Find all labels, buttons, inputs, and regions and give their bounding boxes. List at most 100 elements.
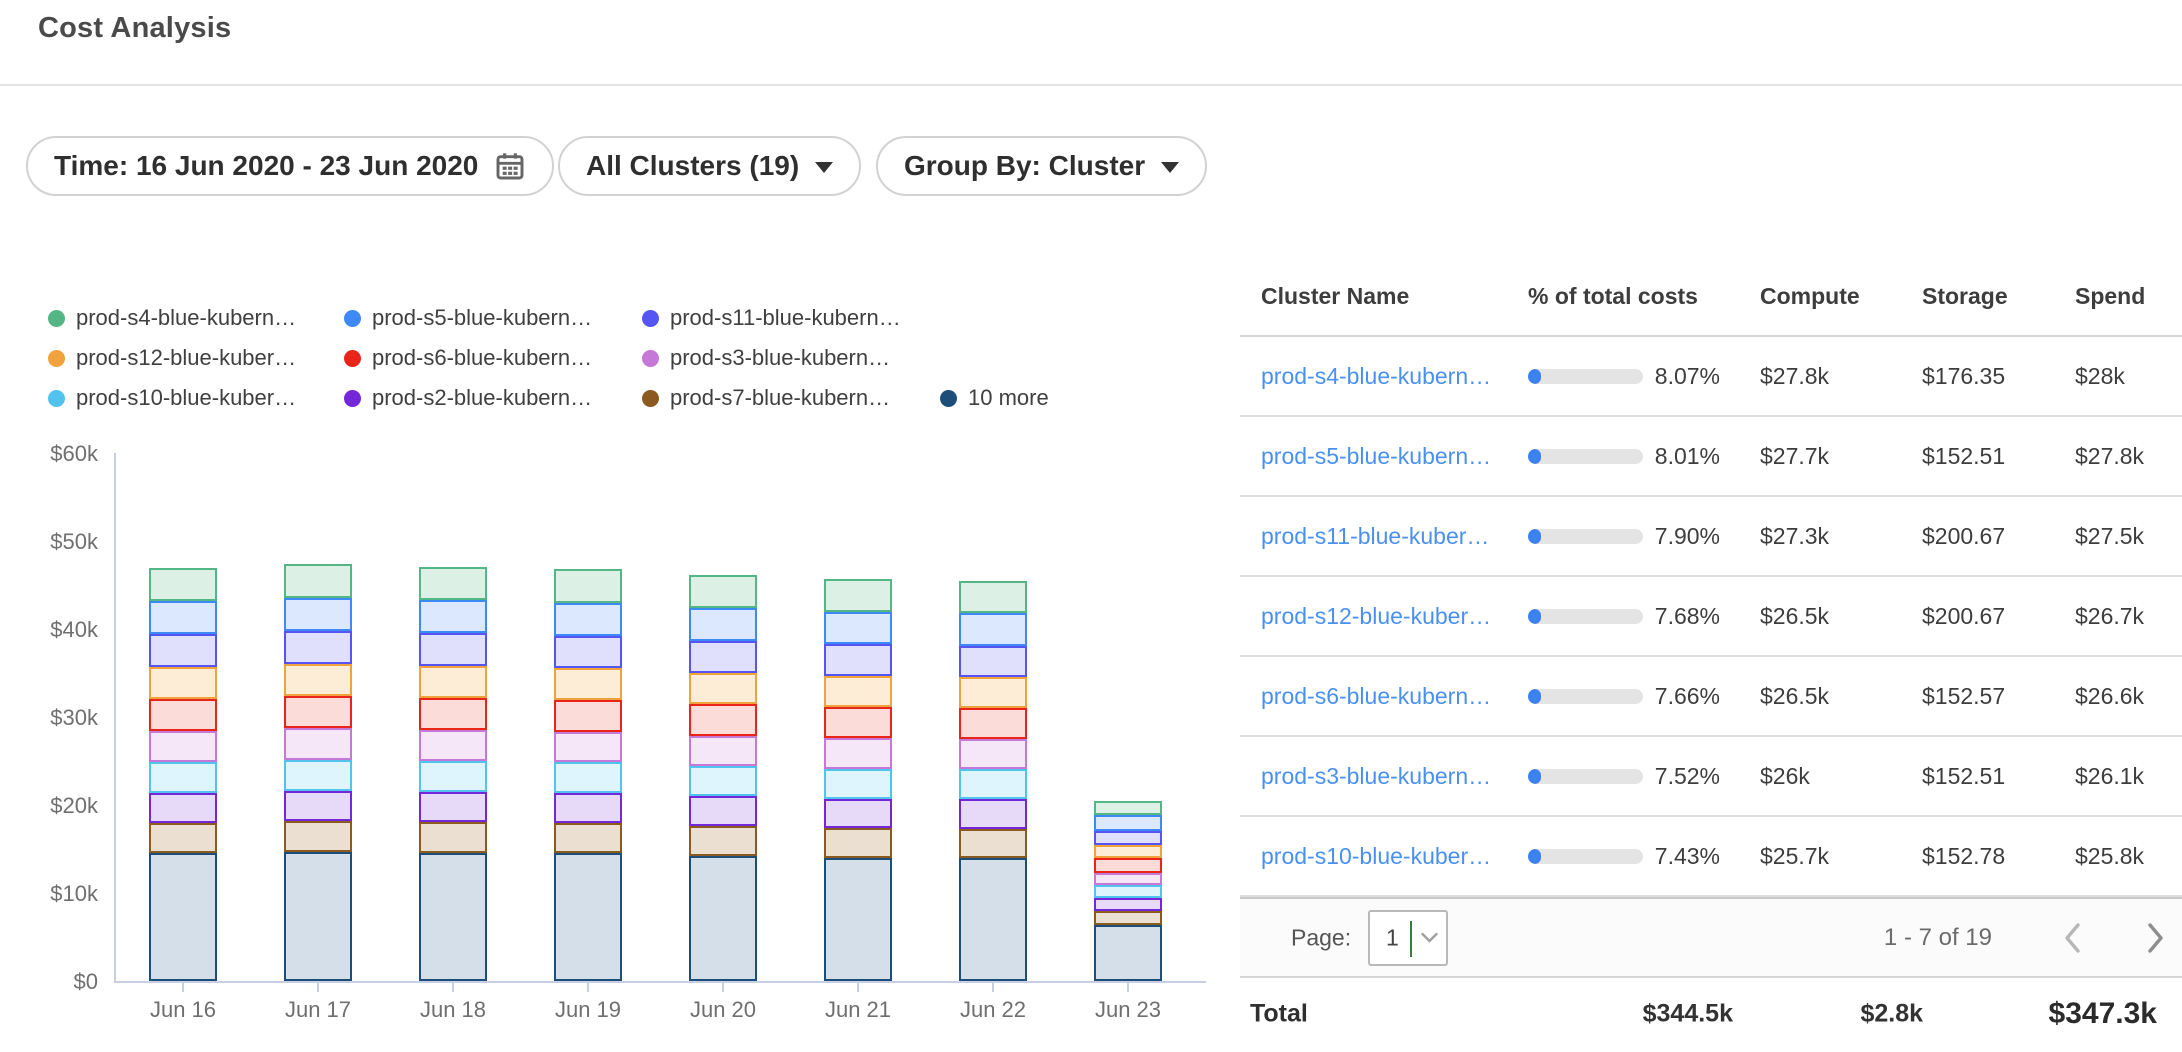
bar-segment — [149, 793, 217, 823]
legend-item[interactable]: prod-s11-blue-kubern… — [642, 305, 901, 331]
pct-progress-cell — [1528, 769, 1643, 784]
legend-dot — [642, 350, 659, 367]
cluster-name-link[interactable]: prod-s5-blue-kubern… — [1240, 443, 1528, 470]
x-axis-tick-label: Jun 18 — [398, 997, 508, 1023]
bar-segment — [419, 567, 487, 601]
cluster-name-link[interactable]: prod-s10-blue-kuber… — [1240, 843, 1528, 870]
bar-segment — [419, 633, 487, 666]
x-axis-tick-label: Jun 21 — [803, 997, 913, 1023]
bar-segment — [1094, 845, 1162, 857]
pct-progress-fill — [1528, 609, 1541, 624]
storage-value: $152.51 — [1882, 763, 2035, 790]
legend-item[interactable]: prod-s6-blue-kubern… — [344, 345, 592, 371]
x-axis-tick-label: Jun 16 — [128, 997, 238, 1023]
legend-label: prod-s2-blue-kubern… — [372, 385, 592, 411]
chevron-down-icon — [1421, 933, 1438, 944]
x-axis-tick — [857, 983, 859, 992]
pct-progress-bar — [1528, 369, 1643, 384]
legend-label: prod-s4-blue-kubern… — [76, 305, 296, 331]
legend-item[interactable]: prod-s10-blue-kuber… — [48, 385, 296, 411]
bar-segment — [284, 728, 352, 759]
bar-segment — [284, 631, 352, 664]
legend-item[interactable]: prod-s5-blue-kubern… — [344, 305, 592, 331]
bar-segment — [1094, 885, 1162, 898]
clusters-filter-label: All Clusters (19) — [586, 150, 799, 182]
bar-segment — [959, 739, 1027, 769]
table-row: prod-s6-blue-kubern…7.66%$26.5k$152.57$2… — [1240, 657, 2182, 737]
table-row: prod-s10-blue-kuber…7.43%$25.7k$152.78$2… — [1240, 817, 2182, 897]
legend-label: prod-s3-blue-kubern… — [670, 345, 890, 371]
bar-segment — [1094, 911, 1162, 925]
bar-segment — [824, 579, 892, 612]
legend-item[interactable]: 10 more — [940, 385, 1049, 411]
y-axis-tick-label: $10k — [8, 881, 98, 907]
legend-label: prod-s11-blue-kubern… — [670, 305, 901, 331]
pct-progress-fill — [1528, 769, 1541, 784]
page-select-value: 1 — [1386, 925, 1399, 952]
legend-item[interactable]: prod-s7-blue-kubern… — [642, 385, 890, 411]
clusters-filter-pill[interactable]: All Clusters (19) — [558, 136, 861, 196]
total-spend-value: $347.3k — [2049, 997, 2157, 1031]
legend-item[interactable]: prod-s2-blue-kubern… — [344, 385, 592, 411]
bar-segment — [149, 853, 217, 981]
legend-item[interactable]: prod-s3-blue-kubern… — [642, 345, 890, 371]
bar-segment — [554, 762, 622, 793]
spend-value: $26.7k — [2035, 603, 2182, 630]
pct-value: 7.43% — [1643, 843, 1720, 870]
table-row: prod-s11-blue-kuber…7.90%$27.3k$200.67$2… — [1240, 497, 2182, 577]
bar-segment — [824, 799, 892, 829]
storage-value: $176.35 — [1882, 363, 2035, 390]
bar-segment — [689, 704, 757, 735]
bar-segment — [689, 641, 757, 673]
legend-dot — [642, 310, 659, 327]
column-header-compute: Compute — [1720, 283, 1882, 310]
storage-value: $152.57 — [1882, 683, 2035, 710]
x-axis-tick-label: Jun 19 — [533, 997, 643, 1023]
bar-segment — [1094, 858, 1162, 873]
compute-value: $27.7k — [1720, 443, 1882, 470]
bar-segment — [824, 769, 892, 799]
next-page-button[interactable] — [2140, 921, 2170, 955]
legend-dot — [940, 390, 957, 407]
legend-dot — [48, 350, 65, 367]
x-axis-tick — [992, 983, 994, 992]
page-label: Page: — [1291, 924, 1351, 951]
cluster-name-link[interactable]: prod-s6-blue-kubern… — [1240, 683, 1528, 710]
bar-segment — [959, 646, 1027, 678]
storage-value: $200.67 — [1882, 603, 2035, 630]
y-axis-line — [114, 453, 116, 983]
pct-progress-fill — [1528, 449, 1541, 464]
storage-value: $152.78 — [1882, 843, 2035, 870]
bar-segment — [959, 613, 1027, 645]
header-divider — [0, 84, 2182, 86]
legend-label: prod-s7-blue-kubern… — [670, 385, 890, 411]
cluster-name-link[interactable]: prod-s4-blue-kubern… — [1240, 363, 1528, 390]
bar-segment — [689, 608, 757, 641]
groupby-filter-pill[interactable]: Group By: Cluster — [876, 136, 1207, 196]
prev-page-button[interactable] — [2058, 921, 2088, 955]
page-select[interactable]: 1 — [1368, 910, 1448, 966]
bar-segment — [149, 731, 217, 762]
bar-segment — [959, 677, 1027, 708]
legend-item[interactable]: prod-s12-blue-kuber… — [48, 345, 296, 371]
cluster-name-link[interactable]: prod-s11-blue-kuber… — [1240, 523, 1528, 550]
time-filter-pill[interactable]: Time: 16 Jun 2020 - 23 Jun 2020 — [26, 136, 554, 196]
legend-label: prod-s10-blue-kuber… — [76, 385, 296, 411]
cluster-name-link[interactable]: prod-s3-blue-kubern… — [1240, 763, 1528, 790]
spend-value: $27.5k — [2035, 523, 2182, 550]
cluster-name-link[interactable]: prod-s12-blue-kuber… — [1240, 603, 1528, 630]
table-row: prod-s5-blue-kubern…8.01%$27.7k$152.51$2… — [1240, 417, 2182, 497]
page-range: 1 - 7 of 19 — [1884, 924, 1992, 952]
x-axis-tick — [182, 983, 184, 992]
legend-item[interactable]: prod-s4-blue-kubern… — [48, 305, 296, 331]
bar-segment — [689, 736, 757, 767]
bar-segment — [284, 664, 352, 696]
bar-segment — [1094, 873, 1162, 885]
legend-dot — [344, 350, 361, 367]
x-axis-tick — [452, 983, 454, 992]
bar-segment — [284, 821, 352, 851]
column-header-cluster-name: Cluster Name — [1240, 283, 1528, 310]
bar-segment — [284, 598, 352, 631]
bar-segment — [149, 667, 217, 699]
y-axis-tick-label: $60k — [8, 441, 98, 467]
